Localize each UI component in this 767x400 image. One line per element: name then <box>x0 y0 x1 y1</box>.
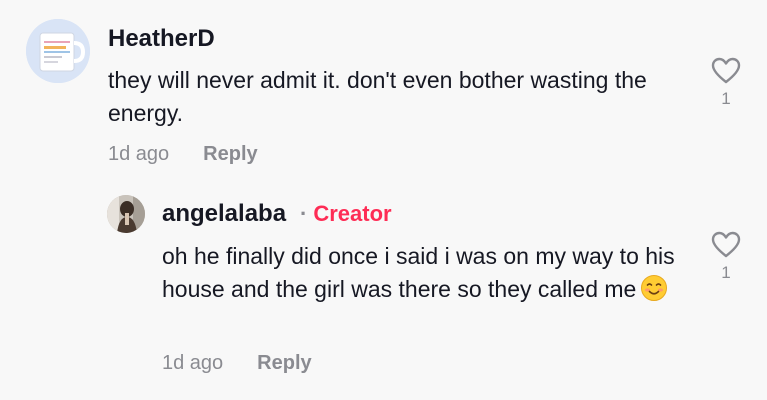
reply-button[interactable]: Reply <box>257 352 311 374</box>
reply-timestamp: 1d ago <box>162 352 224 374</box>
like-button[interactable]: 1 <box>706 57 746 109</box>
badge-separator: · <box>300 201 308 226</box>
avatar[interactable] <box>26 19 90 83</box>
reply-text-container: oh he finally did once i said i was on m… <box>162 240 682 306</box>
comment-timestamp: 1d ago <box>108 143 170 165</box>
person-avatar-icon <box>107 195 145 233</box>
like-count: 1 <box>721 89 731 108</box>
comment-meta: 1d ago Reply <box>108 143 258 166</box>
creator-label: Creator <box>313 201 392 226</box>
creator-badge: · Creator <box>300 201 392 227</box>
heart-icon <box>711 231 741 258</box>
comment-text: they will never admit it. don't even bot… <box>108 67 647 126</box>
heart-icon <box>711 57 741 84</box>
reply-text: oh he finally did once i said i was on m… <box>162 243 675 302</box>
avatar[interactable] <box>107 195 145 233</box>
reply-button[interactable]: Reply <box>203 143 257 165</box>
reply-meta: 1d ago Reply <box>162 352 312 375</box>
smiling-face-emoji-icon <box>640 274 668 302</box>
like-count: 1 <box>721 263 731 282</box>
comment-username[interactable]: HeatherD <box>108 25 215 53</box>
like-button[interactable]: 1 <box>706 231 746 283</box>
reply-username[interactable]: angelalaba <box>162 200 286 228</box>
mug-avatar-icon <box>26 19 90 83</box>
